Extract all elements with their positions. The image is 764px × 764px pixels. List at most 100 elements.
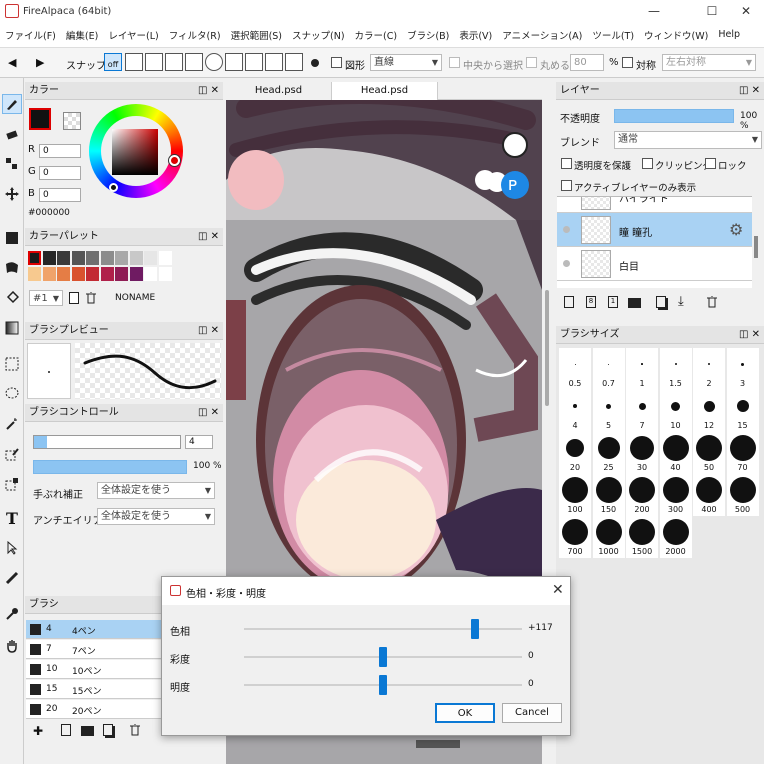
layer-row-selected[interactable]: 瞳 瞳孔 ⚙ [557,213,752,247]
menu-select[interactable]: 選択範囲(S) [226,28,287,42]
layer-opacity-slider[interactable] [614,109,734,123]
hue-handle[interactable] [169,155,180,166]
brush-size-cell[interactable]: 0.5 [559,348,591,390]
brush-size-cell[interactable]: 1.5 [659,348,692,390]
folder-icon[interactable] [81,726,94,736]
move-tool-icon[interactable] [2,184,22,204]
lock-checkbox[interactable] [705,158,716,169]
brush-size-cell[interactable]: 3 [726,348,759,390]
brush-size-cell[interactable]: 150 [592,474,625,516]
g-input[interactable]: 0 [39,166,81,180]
brush-size-cell[interactable]: 25 [592,432,625,474]
palette-swatch[interactable] [115,267,128,281]
palette-swatch[interactable] [144,267,157,281]
hue-wheel[interactable] [89,104,183,198]
menu-animation[interactable]: アニメーション(A) [497,28,587,42]
palette-swatch[interactable] [57,267,70,281]
palette-swatch[interactable] [71,251,85,265]
layer-row[interactable]: 白目 [557,247,752,281]
trash-icon[interactable] [706,295,718,308]
brush-size-cell[interactable]: 1500 [626,516,658,558]
select-pen-tool-icon[interactable] [2,444,22,464]
snap-cross-icon[interactable] [165,53,183,71]
snap-off-button[interactable]: off [104,53,122,71]
color-handle[interactable] [109,183,118,192]
round-checkbox[interactable] [526,57,537,68]
protect-alpha-checkbox[interactable] [561,158,572,169]
brush-size-cell[interactable]: 20 [559,432,591,474]
snap-grid-icon[interactable] [145,53,163,71]
hand-tool-icon[interactable] [2,636,22,656]
snap-parallel-icon[interactable] [125,53,143,71]
transparent-color-swatch[interactable] [63,112,81,130]
antialias-select[interactable]: 全体設定を使う ▼ [97,508,215,525]
close-window-button[interactable]: ✕ [724,0,764,22]
brush-size-cell[interactable]: 5 [592,390,625,432]
figure-checkbox[interactable] [331,57,342,68]
brush-size-cell[interactable]: 700 [559,516,591,558]
palette-swatch[interactable] [42,267,56,281]
next-icon[interactable]: ▶ [36,56,44,69]
trash-icon[interactable] [129,723,141,736]
snap-grid2-icon[interactable] [285,53,303,71]
minimize-button[interactable]: — [632,0,676,22]
cancel-button[interactable]: Cancel [502,703,562,723]
tab-head-1[interactable]: Head.psd [226,82,332,100]
palette-swatch[interactable] [86,267,99,281]
brush-size-cell[interactable]: 12 [693,390,725,432]
round-select[interactable]: 80 [570,54,604,71]
brush-size-cell[interactable]: 10 [659,390,692,432]
select-eraser-tool-icon[interactable] [2,474,22,494]
divide-tool-icon[interactable] [2,568,22,588]
brush-size-cell[interactable]: 500 [726,474,759,516]
hue-slider-thumb[interactable] [470,619,479,639]
saturation-slider-thumb[interactable] [379,647,387,667]
palette-swatch[interactable] [144,251,157,265]
stabilizer-select[interactable]: 全体設定を使う ▼ [97,482,215,499]
menu-view[interactable]: 表示(V) [454,28,497,42]
palette-number-select[interactable]: #1 ▼ [29,290,63,306]
folder-icon[interactable] [628,298,641,308]
operation-tool-icon[interactable] [2,538,22,558]
duplicate-brush-icon[interactable] [103,724,113,736]
brush-size-cell[interactable]: 300 [659,474,692,516]
menu-edit[interactable]: 編集(E) [61,28,103,42]
menu-color[interactable]: カラー(C) [350,28,403,42]
snap-dot-icon[interactable] [311,59,319,67]
palette-swatch[interactable] [158,267,172,281]
snap-curve-icon[interactable] [225,53,243,71]
new-layer-icon[interactable] [564,296,574,308]
ok-button[interactable]: OK [435,703,495,723]
saturation-value-square[interactable] [112,129,158,175]
brush-size-cell[interactable]: 1000 [592,516,625,558]
select-rect-tool-icon[interactable] [2,354,22,374]
palette-swatch[interactable] [158,251,172,265]
menu-brush[interactable]: ブラシ(B) [402,28,454,42]
brush-opacity-slider[interactable] [33,460,187,474]
menu-layer[interactable]: レイヤー(L) [103,28,163,42]
palette-swatch[interactable] [100,251,114,265]
brush-size-cell[interactable]: 200 [626,474,658,516]
brush-size-cell[interactable]: 2 [693,348,725,390]
new-8bit-layer-icon[interactable]: 8 [586,296,596,308]
palette-swatch[interactable] [129,267,143,281]
brush-size-cell[interactable]: 400 [693,474,725,516]
brush-size-cell[interactable]: 2000 [659,516,692,558]
figure-select[interactable]: 直線 ▼ [370,54,442,71]
lightness-slider-thumb[interactable] [379,675,387,695]
snap-diagonal-icon[interactable] [185,53,203,71]
lasso-tool-icon[interactable] [2,384,22,404]
brush-size-slider[interactable] [33,435,181,449]
dot-tool-icon[interactable] [2,154,22,174]
palette-swatch[interactable] [28,251,41,265]
brush-size-cell[interactable]: 30 [626,432,658,474]
brush-tool-icon[interactable] [2,94,22,114]
menu-help[interactable]: Help [713,29,745,40]
palette-swatch[interactable] [129,251,143,265]
fill-rect-tool-icon[interactable] [2,228,22,248]
primary-color-swatch[interactable] [29,108,51,130]
palette-swatch[interactable] [86,251,99,265]
menu-tools[interactable]: ツール(T) [587,28,639,42]
new-palette-icon[interactable] [69,292,79,304]
hue-slider[interactable] [244,628,522,630]
